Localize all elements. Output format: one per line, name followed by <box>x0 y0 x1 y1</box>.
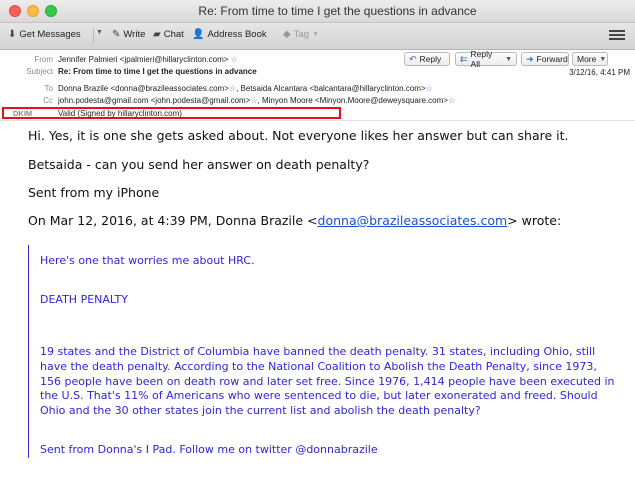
pencil-icon: ✎ <box>112 29 121 40</box>
tag-icon: ◆ <box>283 29 291 40</box>
star-icon[interactable]: ☆ <box>229 84 236 93</box>
quote-bar <box>28 245 29 458</box>
get-messages-dropdown[interactable]: ▼ <box>96 29 103 36</box>
mail-window: Re: From time to time I get the question… <box>0 0 635 488</box>
from-value[interactable]: Jennifer Palmieri <jpalmieri@hillaryclin… <box>58 55 238 64</box>
address-book-button[interactable]: 👤 Address Book <box>192 29 267 40</box>
contact-icon: 👤 <box>192 29 205 40</box>
star-icon[interactable]: ☆ <box>448 96 455 105</box>
to-recipients[interactable]: Donna Brazile <donna@brazileassociates.c… <box>58 84 433 93</box>
forward-arrow-icon: ➜ <box>526 53 534 64</box>
tag-button[interactable]: ◆ Tag ▼ <box>283 29 319 40</box>
reply-arrow-icon: ↶ <box>409 53 417 64</box>
forward-button[interactable]: ➜ Forward <box>521 52 569 66</box>
body-line-request: Betsaida - can you send her answer on de… <box>28 157 370 172</box>
from-label: From <box>34 55 53 64</box>
chat-label: Chat <box>163 29 184 40</box>
subject-value: Re: From time to time I get the question… <box>58 67 257 76</box>
quote-paragraph: 19 states and the District of Columbia h… <box>40 345 615 418</box>
reply-all-label: Reply All <box>470 49 493 69</box>
quote-line-intro: Here's one that worries me about HRC. <box>40 254 255 267</box>
star-icon[interactable]: ☆ <box>426 84 433 93</box>
reply-button[interactable]: ↶ Reply <box>404 52 450 66</box>
cc-recipients[interactable]: john.podesta@gmail.com <john.podesta@gma… <box>58 96 455 105</box>
download-icon: ⬇ <box>8 29 17 40</box>
reply-label: Reply <box>419 54 442 64</box>
title-bar: Re: From time to time I get the question… <box>0 0 635 23</box>
star-icon[interactable]: ☆ <box>231 55 238 64</box>
dkim-value: Valid (Signed by hillaryclinton.com) <box>58 109 182 118</box>
message-body: Hi. Yes, it is one she gets asked about.… <box>0 121 635 488</box>
forward-label: Forward <box>536 54 568 64</box>
app-menu-button[interactable] <box>609 28 625 42</box>
quote-attribution: On Mar 12, 2016, at 4:39 PM, Donna Brazi… <box>28 213 562 228</box>
more-label: More <box>577 54 597 64</box>
cc-label: Cc <box>43 96 53 105</box>
email-link[interactable]: donna@brazileassociates.com <box>318 213 508 228</box>
chevron-down-icon: ▼ <box>96 29 103 36</box>
write-button[interactable]: ✎ Write <box>112 29 145 40</box>
subject-label: Subject <box>26 67 53 76</box>
chevron-down-icon: ▼ <box>312 31 319 38</box>
quote-signature: Sent from Donna's I Pad. Follow me on tw… <box>40 443 378 456</box>
star-icon[interactable]: ☆ <box>250 96 257 105</box>
body-line-signature: Sent from my iPhone <box>28 185 160 200</box>
dkim-label: DKIM <box>13 109 33 118</box>
chevron-down-icon: ▼ <box>505 55 512 63</box>
chat-bubble-icon: ▰ <box>153 29 161 40</box>
chat-button[interactable]: ▰ Chat <box>153 29 184 40</box>
toolbar: ⬇ Get Messages ▼ ✎ Write ▰ Chat 👤 Addres… <box>0 23 635 50</box>
window-title: Re: From time to time I get the question… <box>198 4 477 18</box>
tag-label: Tag <box>293 29 310 40</box>
get-messages-button[interactable]: ⬇ Get Messages <box>8 29 81 40</box>
write-label: Write <box>123 29 146 40</box>
chevron-down-icon: ▼ <box>599 55 607 63</box>
quote-heading: DEATH PENALTY <box>40 293 128 306</box>
more-button[interactable]: More ▼ <box>572 52 608 66</box>
body-line-greeting: Hi. Yes, it is one she gets asked about.… <box>28 128 569 143</box>
toolbar-divider <box>93 28 94 43</box>
address-book-label: Address Book <box>207 29 267 40</box>
to-label: To <box>44 84 53 93</box>
reply-all-arrow-icon: ⇇ <box>460 53 468 64</box>
message-date: 3/12/16, 4:41 PM <box>569 68 630 77</box>
get-messages-label: Get Messages <box>19 29 81 40</box>
reply-all-button[interactable]: ⇇ Reply All ▼ <box>455 49 517 69</box>
message-header: From Jennifer Palmieri <jpalmieri@hillar… <box>0 49 635 115</box>
